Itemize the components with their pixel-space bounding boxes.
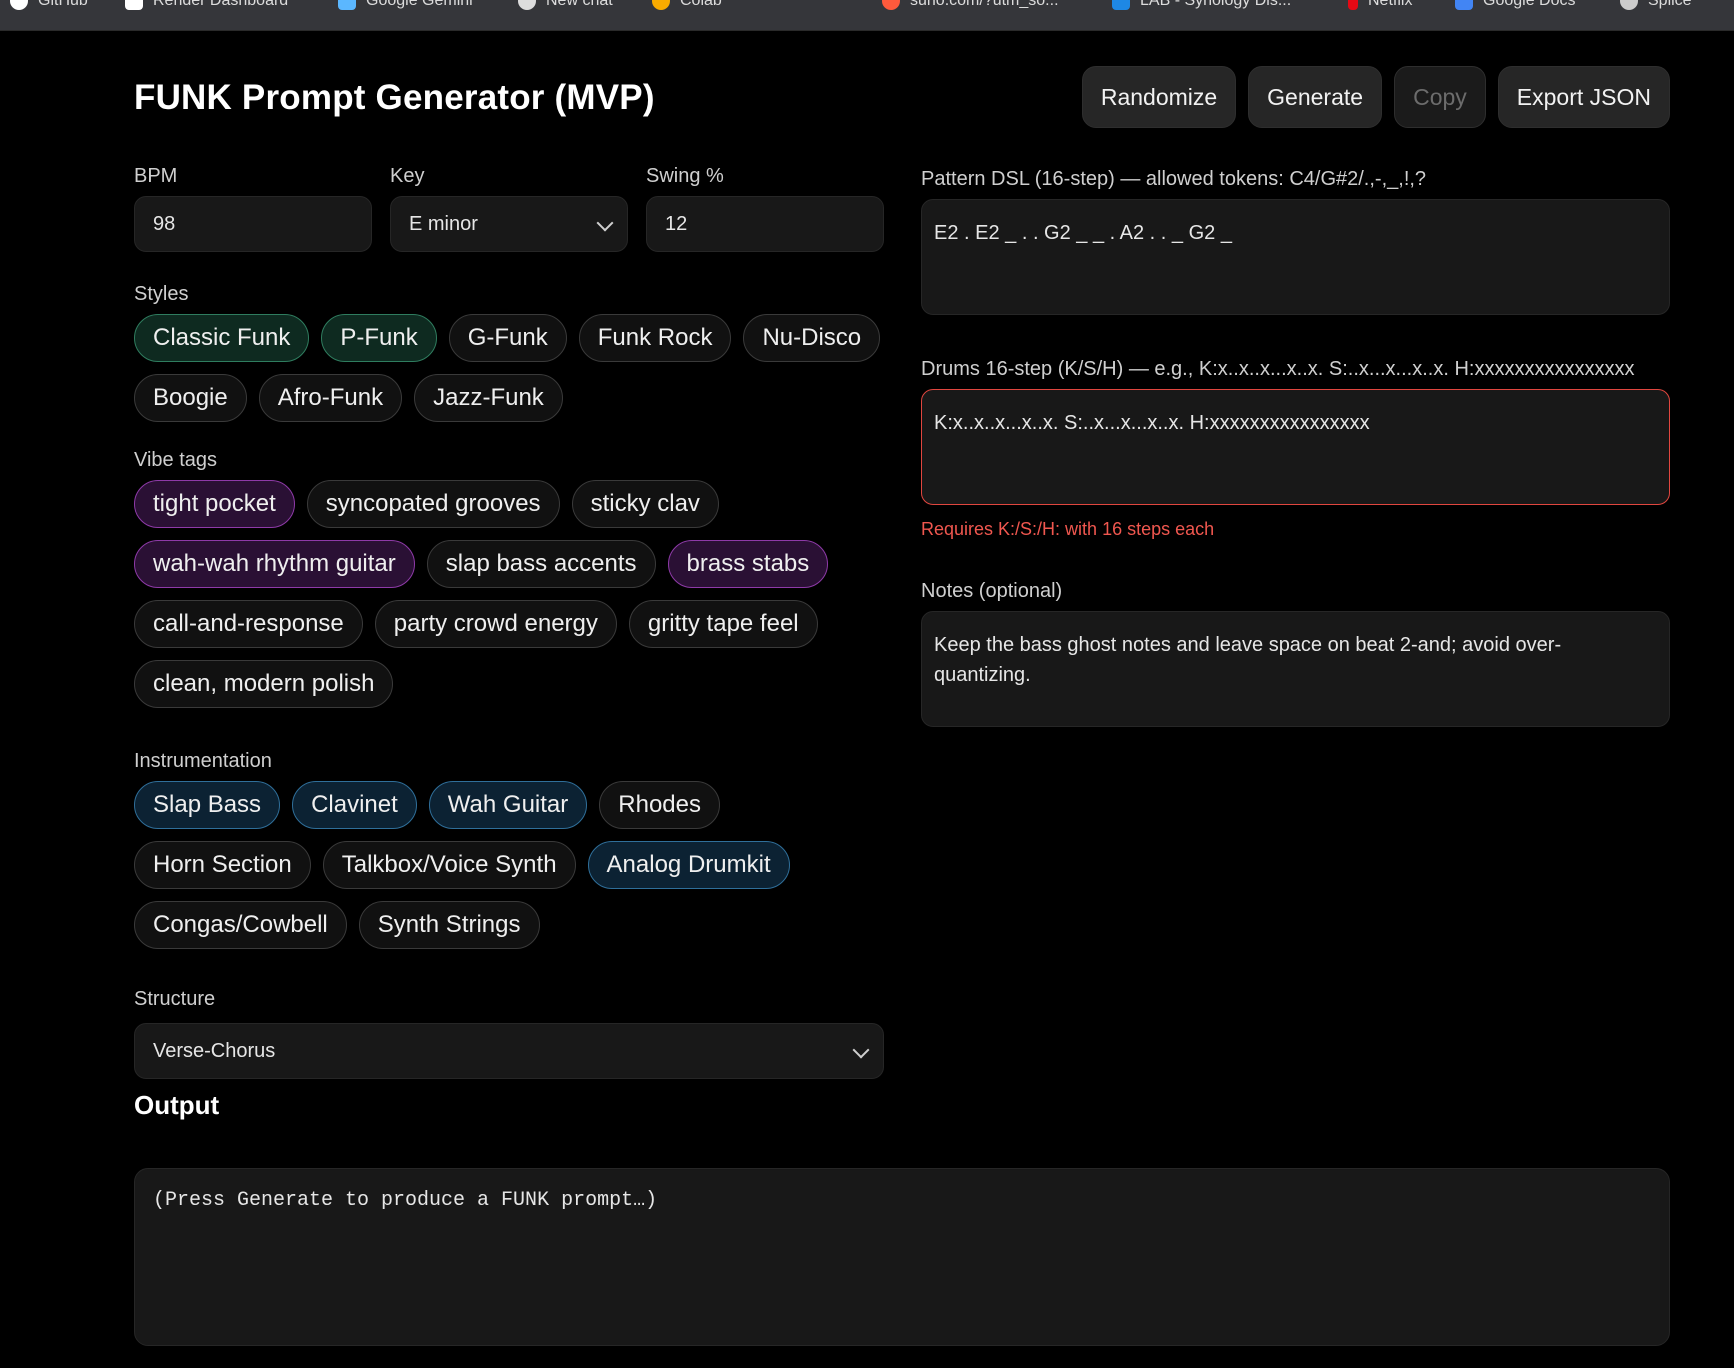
- vibes-section: Vibe tags tight pocket syncopated groove…: [134, 449, 894, 708]
- structure-label: Structure: [134, 988, 216, 1010]
- splice-icon: [1620, 0, 1638, 10]
- styles-chips: Classic Funk P-Funk G-Funk Funk Rock Nu-…: [134, 314, 894, 422]
- vibe-chip[interactable]: wah-wah rhythm guitar: [134, 540, 415, 588]
- bpm-label: BPM: [134, 165, 178, 187]
- suno-icon: [882, 0, 900, 10]
- gemini-icon: [338, 0, 356, 10]
- instrument-chip[interactable]: Analog Drumkit: [587, 841, 790, 889]
- structure-select[interactable]: Verse-Chorus: [134, 1023, 884, 1079]
- instrument-chip[interactable]: Slap Bass: [134, 781, 281, 829]
- key-label: Key: [390, 165, 425, 187]
- notes-label: Notes (optional): [921, 580, 1063, 602]
- vibes-label: Vibe tags: [134, 449, 218, 471]
- notes-textarea[interactable]: Keep the bass ghost notes and leave spac…: [921, 611, 1670, 727]
- chevron-down-icon: [596, 214, 614, 232]
- style-chip[interactable]: Jazz-Funk: [414, 374, 563, 422]
- chevron-down-icon: [852, 1041, 870, 1059]
- vibe-chip[interactable]: party crowd energy: [374, 600, 617, 648]
- bookmark-suno[interactable]: suno.com/?utm_so...: [882, 0, 1059, 11]
- netflix-icon: [1348, 0, 1358, 10]
- bookmark-splice[interactable]: Splice: [1620, 0, 1692, 11]
- github-icon: [10, 0, 28, 10]
- vibe-chip[interactable]: gritty tape feel: [628, 600, 818, 648]
- bookmarks-bar: GitHub Render Dashboard Google Gemini Ne…: [0, 0, 1734, 31]
- bpm-input[interactable]: 98: [134, 196, 372, 252]
- vibe-chip[interactable]: slap bass accents: [426, 540, 656, 588]
- bookmark-docs[interactable]: Google Docs: [1455, 0, 1576, 11]
- style-chip[interactable]: Nu-Disco: [743, 314, 881, 362]
- bookmark-github[interactable]: GitHub: [10, 0, 88, 11]
- key-select[interactable]: E minor: [390, 196, 628, 252]
- generate-button[interactable]: Generate: [1248, 66, 1383, 128]
- notes-section: Notes (optional) Keep the bass ghost not…: [921, 580, 1670, 727]
- drums-label: Drums 16-step (K/S/H) — e.g., K:x..x..x.…: [921, 358, 1635, 380]
- vibes-chips: tight pocket syncopated grooves sticky c…: [134, 480, 894, 708]
- pattern-section: Pattern DSL (16-step) — allowed tokens: …: [921, 168, 1670, 315]
- bookmark-netflix[interactable]: Netflix: [1348, 0, 1412, 11]
- bookmark-new-chat[interactable]: New chat: [518, 0, 613, 11]
- structure-section: Structure Verse-Chorus: [134, 988, 894, 1079]
- page-title: FUNK Prompt Generator (MVP): [134, 78, 655, 117]
- copy-button[interactable]: Copy: [1394, 66, 1486, 128]
- instrumentation-label: Instrumentation: [134, 750, 272, 772]
- styles-section: Styles Classic Funk P-Funk G-Funk Funk R…: [134, 283, 894, 422]
- swing-input[interactable]: 12: [646, 196, 884, 252]
- styles-label: Styles: [134, 283, 189, 305]
- output-heading: Output: [134, 1090, 220, 1120]
- style-chip[interactable]: Classic Funk: [134, 314, 310, 362]
- vibe-chip[interactable]: clean, modern polish: [134, 660, 394, 708]
- instrument-chip[interactable]: Talkbox/Voice Synth: [322, 841, 576, 889]
- style-chip[interactable]: Boogie: [134, 374, 247, 422]
- bookmark-synology[interactable]: LAB - Synology Dis...: [1112, 0, 1291, 11]
- instrument-chip[interactable]: Rhodes: [599, 781, 720, 829]
- instrument-chip[interactable]: Horn Section: [134, 841, 311, 889]
- key-select-value: E minor: [409, 212, 478, 235]
- style-chip[interactable]: G-Funk: [448, 314, 567, 362]
- drums-textarea[interactable]: K:x..x..x...x..x. S:..x...x...x..x. H:xx…: [921, 389, 1670, 505]
- instrumentation-chips: Slap Bass Clavinet Wah Guitar Rhodes Hor…: [134, 781, 894, 949]
- output-box[interactable]: (Press Generate to produce a FUNK prompt…: [134, 1168, 1670, 1346]
- vibe-chip[interactable]: syncopated grooves: [306, 480, 560, 528]
- style-chip[interactable]: P-Funk: [321, 314, 437, 362]
- pattern-label: Pattern DSL (16-step) — allowed tokens: …: [921, 168, 1427, 190]
- vibe-chip[interactable]: brass stabs: [667, 540, 829, 588]
- synology-icon: [1112, 0, 1130, 10]
- instrument-chip[interactable]: Clavinet: [292, 781, 417, 829]
- style-chip[interactable]: Afro-Funk: [258, 374, 403, 422]
- bookmark-colab[interactable]: Colab: [652, 0, 722, 11]
- swing-label: Swing %: [646, 165, 724, 187]
- toolbar: Randomize Generate Copy Export JSON: [1081, 66, 1670, 128]
- vibe-chip[interactable]: sticky clav: [571, 480, 719, 528]
- bookmark-render[interactable]: Render Dashboard: [125, 0, 288, 11]
- randomize-button[interactable]: Randomize: [1081, 66, 1237, 128]
- chatgpt-icon: [518, 0, 536, 10]
- drums-error-message: Requires K:/S:/H: with 16 steps each: [921, 519, 1215, 539]
- structure-select-value: Verse-Chorus: [153, 1039, 276, 1062]
- style-chip[interactable]: Funk Rock: [578, 314, 732, 362]
- instrumentation-section: Instrumentation Slap Bass Clavinet Wah G…: [134, 750, 894, 949]
- vibe-chip[interactable]: tight pocket: [134, 480, 295, 528]
- instrument-chip[interactable]: Congas/Cowbell: [134, 901, 347, 949]
- render-icon: [125, 0, 143, 10]
- export-json-button[interactable]: Export JSON: [1497, 66, 1670, 128]
- docs-icon: [1455, 0, 1473, 10]
- params-row: BPM 98 Key E minor Swing % 12: [134, 165, 884, 252]
- instrument-chip[interactable]: Wah Guitar: [428, 781, 588, 829]
- drums-section: Drums 16-step (K/S/H) — e.g., K:x..x..x.…: [921, 358, 1670, 540]
- colab-icon: [652, 0, 670, 10]
- bookmark-gemini[interactable]: Google Gemini: [338, 0, 473, 11]
- vibe-chip[interactable]: call-and-response: [134, 600, 363, 648]
- instrument-chip[interactable]: Synth Strings: [358, 901, 540, 949]
- pattern-textarea[interactable]: E2 . E2 _ . . G2 _ _ . A2 . . _ G2 _: [921, 199, 1670, 315]
